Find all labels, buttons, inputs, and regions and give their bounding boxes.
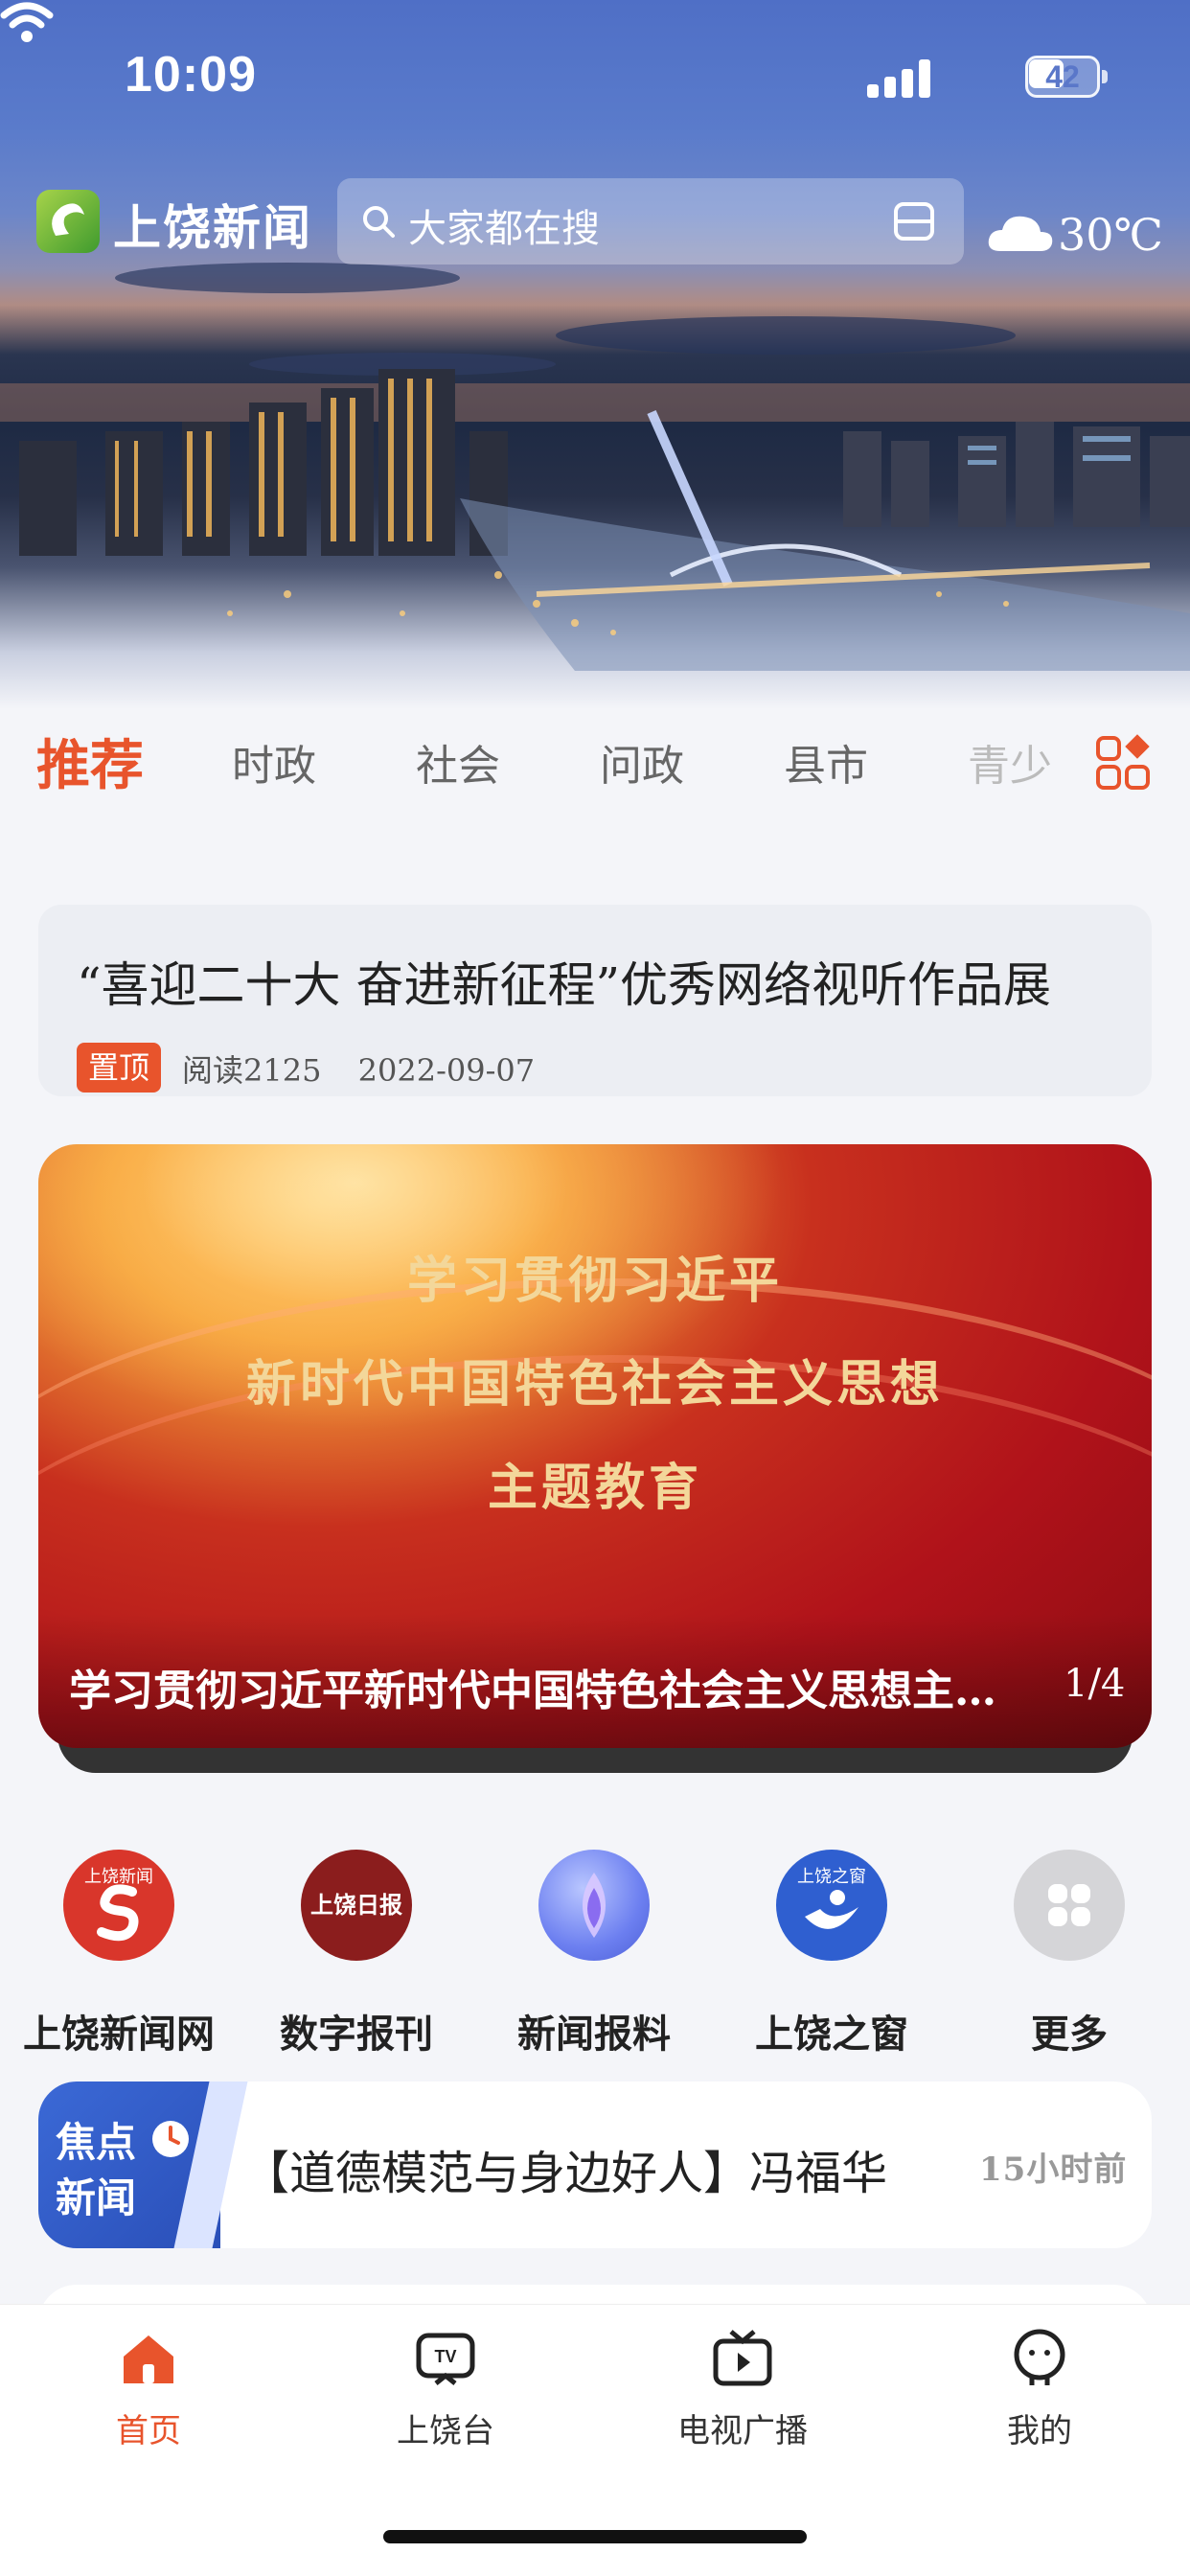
quick-links: 上饶新闻 上饶新闻网 上饶日报 数字报刊 新闻报料 上饶之窗 上饶之窗 更多: [0, 1850, 1190, 2060]
nav-label: 上饶台: [397, 2412, 494, 2450]
nav-label: 首页: [116, 2412, 181, 2450]
nav-broadcast[interactable]: 电视广播: [594, 2328, 891, 2452]
top-bar: 上饶新闻 大家都在搜 30℃: [0, 172, 1190, 268]
focus-news-time: 15小时前: [979, 2150, 1128, 2189]
weather-temperature: 30℃: [1058, 209, 1163, 261]
pinned-article-meta: 阅读2125 2022-09-07: [182, 1046, 561, 1091]
app-logo-icon: [36, 190, 100, 253]
home-icon: [124, 2335, 173, 2383]
status-time: 10:09: [125, 47, 257, 103]
quick-link-label: 数字报刊: [280, 2012, 433, 2057]
shangrao-daily-logo-icon: 上饶日报: [301, 1850, 412, 1961]
more-grid-icon: [1014, 1850, 1125, 1961]
wifi-icon: [0, 2, 54, 42]
banner-headline-line3: 主题教育: [487, 1460, 702, 1517]
shangrao-news-logo-icon: 上饶新闻: [63, 1850, 174, 1961]
battery-icon: 42: [1025, 56, 1108, 98]
quick-link-digital-paper[interactable]: 上饶日报 数字报刊: [238, 1850, 475, 2060]
quick-link-label: 上饶之窗: [755, 2012, 908, 2057]
category-tabs: 推荐 时政 社会 问政 县市 青少: [0, 728, 1190, 834]
news-tip-icon: [538, 1850, 650, 1961]
featured-carousel[interactable]: 学习贯彻习近平 新时代中国特色社会主义思想 主题教育 学习贯彻习近平新时代中国特…: [38, 1144, 1152, 1748]
profile-icon: [1014, 2329, 1065, 2385]
tab-politics[interactable]: 时政: [232, 728, 316, 805]
search-placeholder: 大家都在搜: [408, 207, 600, 251]
scan-icon[interactable]: [893, 201, 935, 242]
search-icon: [363, 206, 395, 238]
focus-news-ticker[interactable]: 焦点 新闻 【道德模范与身边好人】冯福华 15小时前: [38, 2082, 1152, 2248]
nav-profile[interactable]: 我的: [891, 2328, 1188, 2452]
battery-level: 42: [1045, 59, 1080, 94]
nav-label: 我的: [1007, 2412, 1072, 2450]
read-count: 阅读2125: [182, 1052, 322, 1089]
quick-link-label: 上饶新闻网: [23, 2012, 215, 2057]
app-name: 上饶新闻: [113, 200, 312, 256]
cloud-icon: [988, 216, 1053, 251]
publish-date: 2022-09-07: [357, 1052, 536, 1089]
quick-link-label: 新闻报料: [517, 2012, 671, 2057]
home-indicator: [383, 2530, 807, 2543]
quick-link-more[interactable]: 更多: [950, 1850, 1188, 2060]
tv-icon: TV: [416, 2333, 475, 2385]
svg-text:TV: TV: [434, 2347, 456, 2366]
quick-link-news-tip[interactable]: 新闻报料: [475, 1850, 713, 2060]
tab-society[interactable]: 社会: [416, 728, 500, 805]
nav-home[interactable]: 首页: [0, 2328, 297, 2452]
quick-link-shangrao-news[interactable]: 上饶新闻 上饶新闻网: [0, 1850, 238, 2060]
clock-icon: [152, 2121, 189, 2157]
carousel-caption: 学习贯彻习近平新时代中国特色社会主义思想主题教育: [69, 1667, 1018, 1715]
channel-grid-icon[interactable]: [1094, 734, 1152, 792]
broadcast-icon: [713, 2330, 772, 2386]
tab-inquiry[interactable]: 问政: [600, 728, 684, 805]
shangrao-window-icon: 上饶之窗: [776, 1850, 887, 1961]
weather-widget[interactable]: 30℃: [987, 205, 1179, 263]
tab-counties[interactable]: 县市: [784, 728, 868, 805]
quick-link-label: 更多: [1031, 2012, 1108, 2057]
pinned-badge: 置顶: [77, 1043, 161, 1092]
pinned-article[interactable]: “喜迎二十大 奋进新征程”优秀网络视听作品展 置顶 阅读2125 2022-09…: [38, 905, 1152, 1096]
status-bar: 10:09 42: [0, 0, 1190, 153]
banner-headline-line2: 新时代中国特色社会主义思想: [245, 1356, 944, 1414]
cellular-signal-icon: [867, 58, 932, 98]
carousel-pager: 1/4: [1064, 1662, 1126, 1706]
focus-news-tag: 焦点 新闻: [38, 2082, 248, 2248]
nav-shangrao-tv[interactable]: TV 上饶台: [297, 2328, 594, 2452]
nav-label: 电视广播: [677, 2412, 808, 2450]
quick-link-shangrao-window[interactable]: 上饶之窗 上饶之窗: [713, 1850, 950, 2060]
banner-headline-line1: 学习贯彻习近平: [406, 1253, 783, 1310]
tab-youth[interactable]: 青少: [968, 728, 1052, 805]
pinned-article-title: “喜迎二十大 奋进新征程”优秀网络视听作品展: [77, 957, 1052, 1013]
hero-cityscape-banner: 10:09 42 上饶新闻 大家都在搜 30℃: [0, 0, 1190, 709]
focus-news-title: 【道德模范与身边好人】冯福华: [243, 2147, 888, 2200]
search-bar[interactable]: 大家都在搜: [337, 178, 964, 264]
tab-recommend[interactable]: 推荐: [36, 728, 144, 805]
